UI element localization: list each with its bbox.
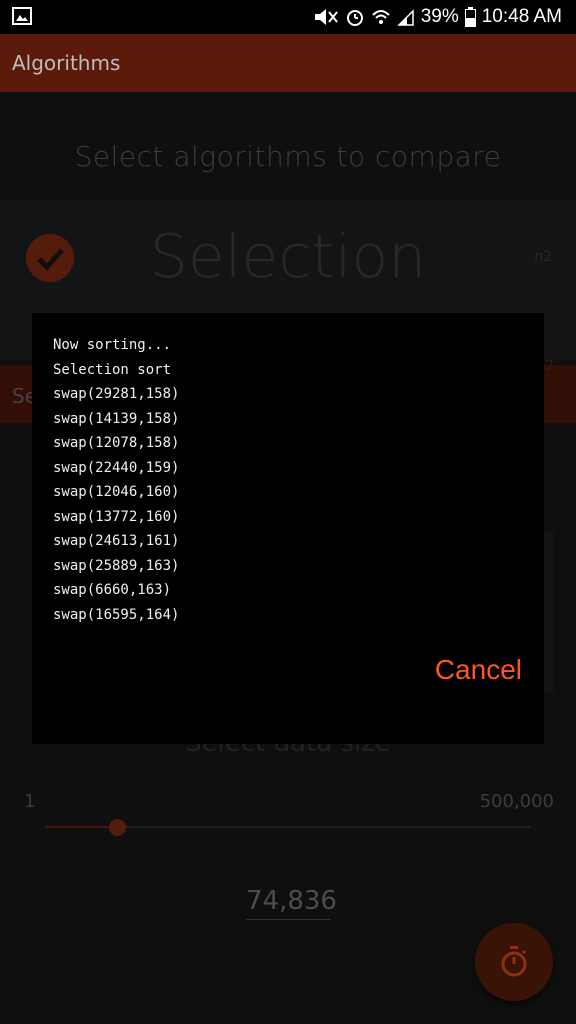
log-line: swap(24613,161) (53, 533, 180, 549)
battery-percent: 39% (420, 6, 459, 27)
clock: 10:48 AM (481, 6, 562, 27)
wifi-icon (371, 10, 390, 24)
cancel-button[interactable]: Cancel (435, 654, 522, 686)
log-line: swap(12046,160) (53, 484, 180, 500)
mute-icon (314, 9, 338, 25)
alarm-icon (346, 10, 363, 26)
log-line: swap(16595,164) (53, 606, 180, 623)
log-line: swap(14139,158) (53, 410, 180, 427)
log-line: swap(12078,158) (53, 435, 180, 451)
signal-icon (396, 9, 414, 26)
log-line: swap(13772,160) (53, 508, 180, 525)
sorting-progress-dialog: Now sorting... Selection sort swap(29281… (32, 313, 544, 744)
log-line: Selection sort (53, 361, 172, 378)
image-icon (12, 7, 32, 25)
log-line: swap(6660,163) (53, 582, 172, 598)
log-line: Now sorting... (53, 337, 172, 353)
log-line: swap(25889,163) (53, 557, 180, 574)
app-title: Algorithms (12, 51, 121, 75)
battery-icon (464, 7, 476, 27)
app-bar: Algorithms (0, 34, 576, 92)
sort-log: Now sorting... Selection sort swap(29281… (53, 337, 179, 631)
log-line: swap(29281,158) (53, 386, 180, 402)
status-bar: 39% 10:48 AM (0, 0, 576, 34)
log-line: swap(22440,159) (53, 459, 180, 476)
